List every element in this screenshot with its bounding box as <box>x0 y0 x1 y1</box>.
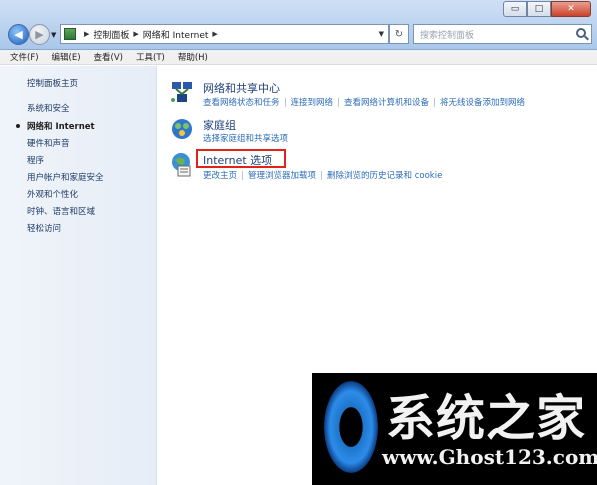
breadcrumb-network-internet[interactable]: 网络和 Internet <box>143 28 209 41</box>
task-link[interactable]: 查看网络计算机和设备 <box>344 96 429 108</box>
watermark: 系统之家 www.Ghost123.com <box>312 373 597 485</box>
divider <box>338 97 340 107</box>
refresh-icon: ↻ <box>394 28 404 40</box>
address-bar[interactable]: ▶ 控制面板 ▶ 网络和 Internet ▶ ▼ <box>60 24 389 44</box>
category-title-network-sharing[interactable]: 网络和共享中心 <box>203 80 280 96</box>
sidebar-item-clock-language[interactable]: 时钟、语言和区域 <box>27 205 95 217</box>
breadcrumb-control-panel[interactable]: 控制面板 <box>93 28 129 41</box>
forward-arrow-icon: ▶ <box>35 28 44 41</box>
window-titlebar: ▭ □ ✕ ◀ ▶ ▼ ▶ 控制面板 ▶ 网络和 Internet ▶ ▼ ↻ … <box>0 0 597 50</box>
recent-pages-dropdown-icon[interactable]: ▼ <box>51 31 56 39</box>
category-title-homegroup[interactable]: 家庭组 <box>203 117 236 133</box>
refresh-button[interactable]: ↻ <box>389 24 409 44</box>
forward-button[interactable]: ▶ <box>29 24 50 45</box>
internet-options-icon[interactable] <box>170 151 194 177</box>
active-bullet-icon <box>16 124 20 128</box>
network-sharing-icon[interactable] <box>170 80 194 104</box>
divider <box>284 97 286 107</box>
sidebar: 控制面板主页 系统和安全 网络和 Internet 硬件和声音 程序 用户帐户和… <box>0 66 157 485</box>
task-row-internet-options: 更改主页 管理浏览器加载项 删除浏览的历史记录和 cookie <box>203 169 442 181</box>
minimize-button[interactable]: ▭ <box>503 1 527 17</box>
close-button[interactable]: ✕ <box>551 1 591 17</box>
homegroup-icon[interactable] <box>170 117 194 141</box>
menu-edit[interactable]: 编辑(E) <box>52 51 81 63</box>
watermark-title: 系统之家 <box>386 389 587 447</box>
back-button[interactable]: ◀ <box>8 24 29 45</box>
watermark-url: www.Ghost123.com <box>382 445 597 469</box>
search-icon[interactable] <box>576 28 586 38</box>
sidebar-item-hardware-sound[interactable]: 硬件和声音 <box>27 137 70 149</box>
breadcrumb-chevron-icon[interactable]: ▶ <box>133 30 138 38</box>
address-dropdown-icon[interactable]: ▼ <box>379 30 384 38</box>
menu-view[interactable]: 查看(V) <box>94 51 123 63</box>
task-row-network-sharing: 查看网络状态和任务 连接到网络 查看网络计算机和设备 将无线设备添加到网络 <box>203 96 525 108</box>
maximize-button[interactable]: □ <box>527 1 551 17</box>
task-link[interactable]: 管理浏览器加载项 <box>248 169 316 181</box>
sidebar-item-control-panel-home[interactable]: 控制面板主页 <box>27 77 78 89</box>
task-link[interactable]: 选择家庭组和共享选项 <box>203 132 288 144</box>
breadcrumb-chevron-icon[interactable]: ▶ <box>212 30 217 38</box>
task-link[interactable]: 查看网络状态和任务 <box>203 96 280 108</box>
watermark-logo-icon <box>324 381 378 473</box>
menu-help[interactable]: 帮助(H) <box>178 51 208 63</box>
sidebar-item-network-internet: 网络和 Internet <box>27 122 95 132</box>
window-controls: ▭ □ ✕ <box>503 1 591 17</box>
control-panel-icon <box>64 28 76 40</box>
sidebar-item-ease-of-access[interactable]: 轻松访问 <box>27 222 61 234</box>
sidebar-item-programs[interactable]: 程序 <box>27 154 44 166</box>
task-row-homegroup: 选择家庭组和共享选项 <box>203 132 288 144</box>
search-placeholder: 搜索控制面板 <box>420 30 475 41</box>
menu-file[interactable]: 文件(F) <box>10 51 39 63</box>
breadcrumb-chevron-icon[interactable]: ▶ <box>84 30 89 38</box>
divider <box>321 170 323 180</box>
task-link[interactable]: 将无线设备添加到网络 <box>440 96 525 108</box>
highlight-box <box>196 149 286 168</box>
search-input[interactable]: 搜索控制面板 <box>413 24 592 44</box>
divider <box>434 97 436 107</box>
sidebar-item-appearance[interactable]: 外观和个性化 <box>27 188 78 200</box>
task-link[interactable]: 更改主页 <box>203 169 237 181</box>
divider <box>242 170 244 180</box>
menu-bar: 文件(F) 编辑(E) 查看(V) 工具(T) 帮助(H) <box>0 50 597 65</box>
back-arrow-icon: ◀ <box>14 28 23 41</box>
menu-tools[interactable]: 工具(T) <box>136 51 165 63</box>
task-link[interactable]: 删除浏览的历史记录和 cookie <box>327 169 442 181</box>
task-link[interactable]: 连接到网络 <box>291 96 334 108</box>
sidebar-item-user-accounts[interactable]: 用户帐户和家庭安全 <box>27 171 104 183</box>
sidebar-item-system-security[interactable]: 系统和安全 <box>27 102 70 114</box>
